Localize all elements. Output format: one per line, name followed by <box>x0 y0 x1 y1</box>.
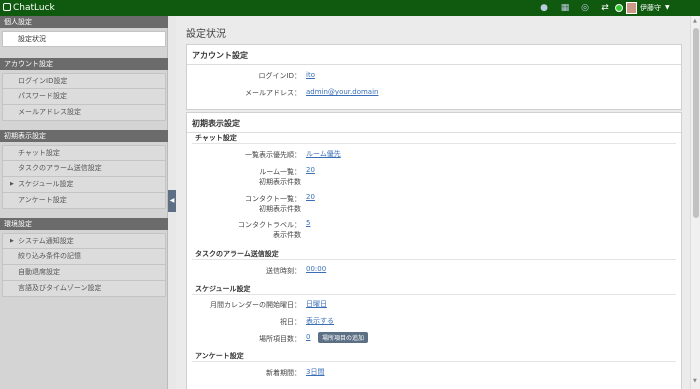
globe-icon[interactable]: ◎ <box>580 3 590 13</box>
initial-display-panel: 初期表示設定 チャット設定 一覧表示優先順： ルーム優先 ルーム一覧： 初期表示… <box>186 112 682 389</box>
chevron-left-icon: ◀ <box>169 197 175 204</box>
main-content: 設定状況 アカウント設定 ログインID： ito メールアドレス： admin@… <box>176 16 690 389</box>
sidebar-item-auto-away[interactable]: 自動退席設定 <box>2 265 166 281</box>
add-place-button[interactable]: 場所項目の追加 <box>318 332 369 343</box>
chevron-right-icon: ▶ <box>10 181 14 187</box>
sidebar-item-email[interactable]: メールアドレス設定 <box>2 105 166 121</box>
sidebar-item-task-alarm[interactable]: タスクのアラーム送信設定 <box>2 161 166 177</box>
schedule-heading: スケジュール設定 <box>195 285 251 293</box>
login-id-link[interactable]: ito <box>306 71 315 79</box>
sidebar-item-label: スケジュール設定 <box>18 180 74 188</box>
start-day-label: 月間カレンダーの開始曜日： <box>210 301 301 309</box>
sidebar-item-label: 設定状況 <box>18 35 46 43</box>
sidebar-item-label: パスワード設定 <box>18 92 67 100</box>
sidebar-item-schedule[interactable]: ▶ スケジュール設定 <box>2 177 166 193</box>
chevron-right-icon: ▶ <box>10 238 14 244</box>
survey-heading: アンケート設定 <box>195 352 244 360</box>
sidebar-item-label: アンケート設定 <box>18 196 67 204</box>
layers-icon[interactable]: ▦ <box>560 3 570 13</box>
sidebar-collapse-button[interactable]: ◀ <box>168 190 176 212</box>
contact-travel-label: コンタクトラベル： <box>238 221 301 229</box>
page-title: 設定状況 <box>186 29 226 40</box>
sidebar-item-status[interactable]: 設定状況 <box>2 31 166 47</box>
app-logo[interactable]: ChatLuck <box>3 2 55 14</box>
contact-list-count-link[interactable]: 20 <box>306 193 315 201</box>
scroll-down-icon[interactable]: ▼ <box>693 378 697 384</box>
sidebar-item-password[interactable]: パスワード設定 <box>2 89 166 105</box>
sidebar-item-system-notify[interactable]: ▶ システム通知設定 <box>2 233 166 249</box>
sidebar-item-label: 言語及びタイムゾーン設定 <box>18 284 102 292</box>
status-icon[interactable] <box>615 4 623 12</box>
email-link[interactable]: admin@your.domain <box>306 88 378 96</box>
new-period-link[interactable]: 3日間 <box>306 367 324 377</box>
sidebar-item-label: 絞り込み条件の記憶 <box>18 252 81 260</box>
sidebar-section-account: アカウント設定 <box>0 58 168 70</box>
scroll-thumb[interactable] <box>693 28 699 218</box>
sidebar-item-label: システム通知設定 <box>18 237 74 245</box>
contact-travel-count-link[interactable]: 5 <box>306 219 310 227</box>
panel-title: アカウント設定 <box>187 45 681 65</box>
chevron-down-icon[interactable]: ▼ <box>665 3 670 13</box>
start-day-link[interactable]: 日曜日 <box>306 299 327 309</box>
swap-icon[interactable]: ⇄ <box>600 3 610 13</box>
task-alarm-heading: タスクのアラーム送信設定 <box>195 250 279 258</box>
holiday-link[interactable]: 表示する <box>306 316 334 326</box>
room-list-sub-label: 初期表示件数 <box>259 178 301 186</box>
place-count-label: 場所項目数： <box>259 335 301 343</box>
sidebar-item-survey[interactable]: アンケート設定 <box>2 193 166 209</box>
list-priority-link[interactable]: ルーム優先 <box>306 149 341 159</box>
top-bar: ChatLuck ● ▦ ◎ ⇄ 伊藤守 ▼ <box>0 0 700 16</box>
send-time-label: 送信時刻： <box>266 267 301 275</box>
new-period-label: 新着期間： <box>266 369 301 377</box>
panel-title: 初期表示設定 <box>187 113 681 133</box>
sidebar-section-initial: 初期表示設定 <box>0 130 168 142</box>
contact-travel-sub-label: 表示件数 <box>273 231 301 239</box>
sidebar-section-environment: 環境設定 <box>0 218 168 230</box>
sidebar: 個人設定 設定状況 アカウント設定 ログインID設定 パスワード設定 メールアド… <box>0 16 168 389</box>
scroll-up-icon[interactable]: ▲ <box>693 18 697 24</box>
login-id-label: ログインID： <box>258 72 301 80</box>
sidebar-item-label: ログインID設定 <box>18 77 68 85</box>
sidebar-section-personal: 個人設定 <box>0 16 168 28</box>
person-icon[interactable]: ● <box>539 3 549 13</box>
contact-list-sub-label: 初期表示件数 <box>259 205 301 213</box>
logo-icon <box>3 3 11 11</box>
app-name: ChatLuck <box>13 3 55 13</box>
email-label: メールアドレス： <box>245 89 301 97</box>
user-name[interactable]: 伊藤守 <box>640 3 661 13</box>
room-list-count-link[interactable]: 20 <box>306 166 315 174</box>
contact-list-label: コンタクト一覧： <box>245 195 301 203</box>
sidebar-item-login-id[interactable]: ログインID設定 <box>2 73 166 89</box>
avatar[interactable] <box>626 2 637 14</box>
sidebar-item-label: メールアドレス設定 <box>18 108 81 116</box>
sidebar-item-label: タスクのアラーム送信設定 <box>18 164 102 172</box>
chat-settings-heading: チャット設定 <box>195 134 237 142</box>
sidebar-item-label: 自動退席設定 <box>18 268 60 276</box>
sidebar-item-chat[interactable]: チャット設定 <box>2 145 166 161</box>
room-list-label: ルーム一覧： <box>259 168 301 176</box>
account-panel: アカウント設定 ログインID： ito メールアドレス： admin@your.… <box>186 44 682 110</box>
sidebar-item-label: チャット設定 <box>18 149 60 157</box>
list-priority-label: 一覧表示優先順： <box>245 151 301 159</box>
sidebar-item-language-timezone[interactable]: 言語及びタイムゾーン設定 <box>2 281 166 297</box>
send-time-link[interactable]: 00:00 <box>306 265 326 273</box>
sidebar-item-filter-memory[interactable]: 絞り込み条件の記憶 <box>2 249 166 265</box>
main-scrollbar[interactable]: ▲ ▼ <box>690 16 700 389</box>
place-count-link[interactable]: 0 <box>306 333 310 341</box>
holiday-label: 祝日： <box>280 318 301 326</box>
